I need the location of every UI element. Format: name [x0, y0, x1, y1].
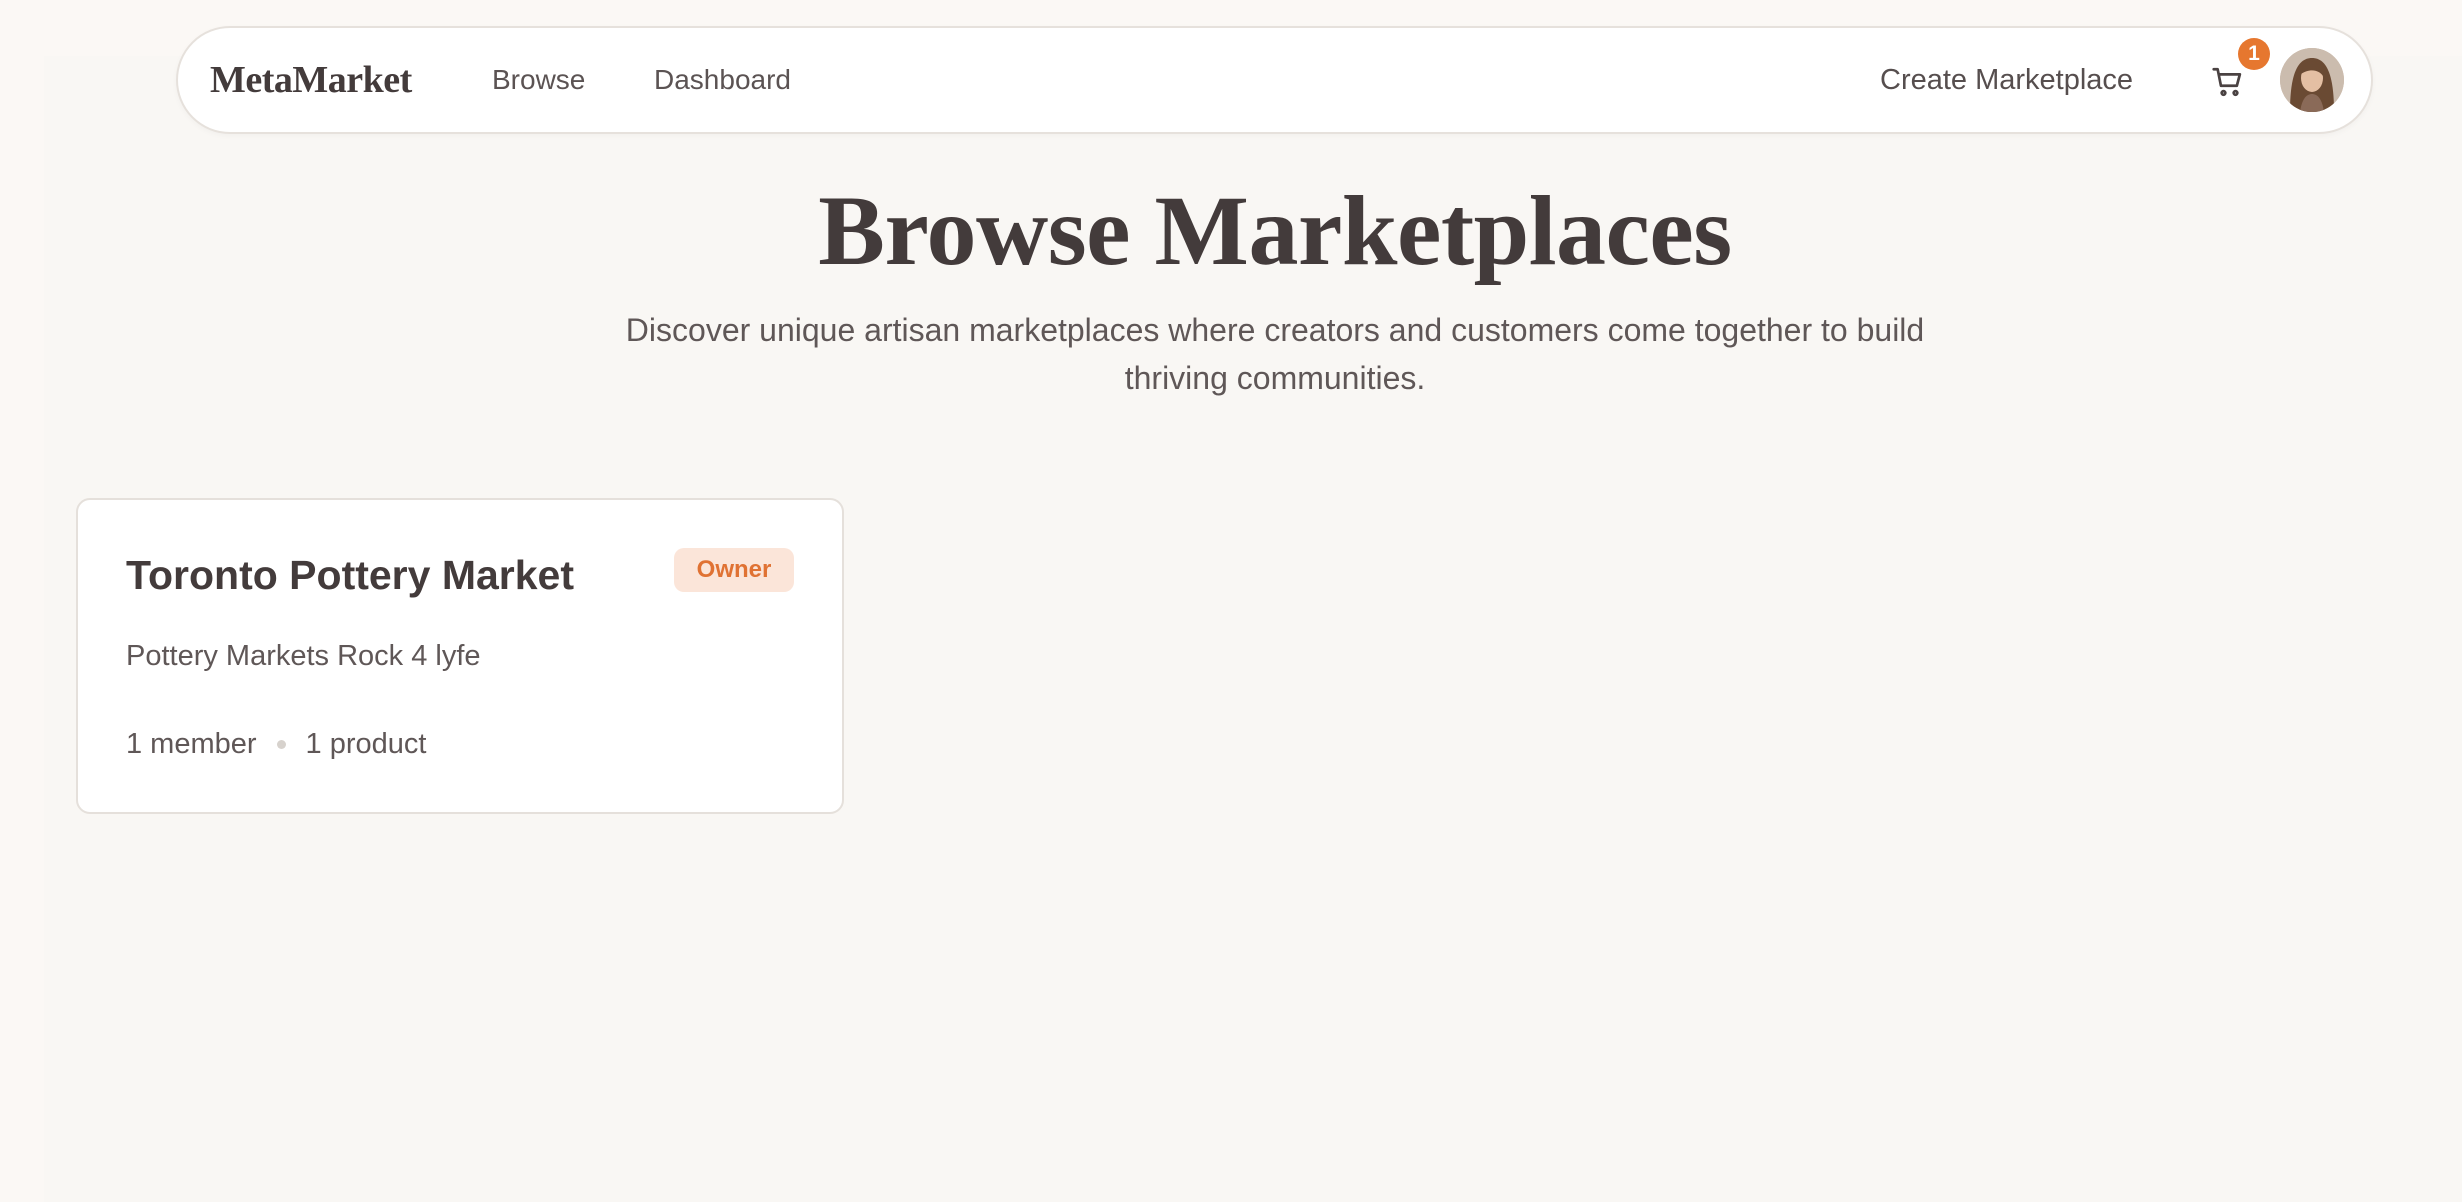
marketplace-stats: 1 member 1 product	[126, 728, 426, 761]
create-marketplace-link[interactable]: Create Marketplace	[1880, 64, 2133, 97]
nav-link-dashboard[interactable]: Dashboard	[654, 64, 791, 96]
nav-link-browse[interactable]: Browse	[492, 64, 585, 96]
cart-button[interactable]	[2208, 62, 2248, 102]
owner-badge: Owner	[674, 548, 794, 592]
shopping-cart-icon	[2212, 67, 2242, 97]
cart-count-badge: 1	[2238, 38, 2270, 70]
page-subtitle: Discover unique artisan marketplaces whe…	[625, 312, 1925, 396]
marketplace-card[interactable]: Toronto Pottery Market Owner Pottery Mar…	[76, 498, 844, 814]
marketplace-description: Pottery Markets Rock 4 lyfe	[126, 640, 481, 672]
brand-logo[interactable]: MetaMarket	[210, 58, 412, 102]
marketplace-name: Toronto Pottery Market	[126, 552, 574, 598]
top-navbar: MetaMarket Browse Dashboard Create Marke…	[176, 26, 2373, 134]
user-avatar[interactable]	[2280, 48, 2344, 112]
product-count: 1 product	[305, 728, 427, 760]
separator-dot	[276, 740, 286, 749]
page-title: Browse Marketplaces	[818, 175, 1732, 286]
avatar-image	[2280, 48, 2344, 112]
member-count: 1 member	[126, 728, 257, 760]
